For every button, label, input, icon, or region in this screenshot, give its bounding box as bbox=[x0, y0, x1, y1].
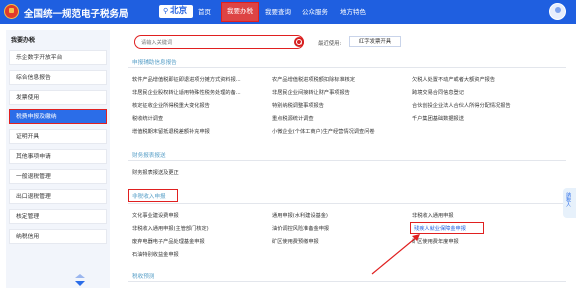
divider bbox=[128, 160, 566, 161]
sidebar-item-assessment[interactable]: 核定管理 bbox=[9, 209, 107, 224]
recent-item-red-invoice[interactable]: 红字发票开具 bbox=[349, 36, 401, 47]
non-tax-link[interactable]: 非税收入通用申报 bbox=[412, 212, 454, 219]
non-tax-link[interactable]: 石油特别收益金申报 bbox=[132, 251, 179, 258]
non-tax-link[interactable]: 废弃电器电子产品处理基金申报 bbox=[132, 238, 205, 245]
nav-public-service[interactable]: 公众服务 bbox=[302, 6, 328, 16]
sidebar-title: 我要办税 bbox=[11, 37, 36, 44]
report-link[interactable]: 核定征收企业所得税重大变化报告 bbox=[132, 102, 210, 109]
search-bar bbox=[134, 35, 304, 49]
scroll-up-icon[interactable] bbox=[75, 274, 85, 278]
scroll-down-icon[interactable] bbox=[75, 281, 85, 286]
section-title-non-tax: 非税收入申报 bbox=[132, 194, 166, 200]
report-link[interactable]: 增值税期末留抵退税差额补充申报 bbox=[132, 128, 210, 135]
sidebar-item-credit[interactable]: 纳税信用 bbox=[9, 229, 107, 244]
report-link[interactable]: 税收统计调查 bbox=[132, 115, 163, 122]
national-emblem-icon bbox=[4, 4, 19, 19]
divider bbox=[128, 67, 566, 68]
top-navbar: 全国统一规范电子税务局 ⚲ 北京 首页 我要办税 我要查询 公众服务 地方特色 bbox=[0, 0, 576, 24]
report-link[interactable]: 小微企业(个体工商户)生产经营情况调查问卷 bbox=[272, 128, 375, 135]
divider bbox=[128, 203, 566, 204]
report-link[interactable]: 非居民企业间接转让财产事项报告 bbox=[272, 89, 350, 96]
user-avatar[interactable] bbox=[549, 3, 566, 20]
sidebar-item-export-refund[interactable]: 出口退税管理 bbox=[9, 189, 107, 204]
non-tax-link[interactable]: 通用申报(水利建设基金) bbox=[272, 212, 328, 219]
report-link[interactable]: 欠税人处置不动产或者大额资产报告 bbox=[412, 76, 495, 83]
report-link[interactable]: 千户集团基础数据报送 bbox=[412, 115, 464, 122]
nav-local-features[interactable]: 地方特色 bbox=[340, 6, 366, 16]
search-input[interactable] bbox=[141, 38, 281, 47]
report-link[interactable]: 软件产品增值税即征即退进项分摊方式资料报... bbox=[132, 76, 241, 83]
site-title[interactable]: 全国统一规范电子税务局 bbox=[24, 6, 129, 20]
report-link[interactable]: 农产品增值税进项税额扣除标准核定 bbox=[272, 76, 355, 83]
location-pin-icon: ⚲ bbox=[163, 7, 169, 15]
floating-widget-label: 纳税人 bbox=[565, 192, 571, 207]
search-icon[interactable] bbox=[294, 37, 304, 47]
non-tax-link[interactable]: 油价调控风险准备金申报 bbox=[272, 225, 329, 232]
city-selector[interactable]: ⚲ 北京 bbox=[159, 5, 194, 18]
non-tax-link[interactable]: 矿区使用费年度申报 bbox=[412, 238, 459, 245]
report-link[interactable]: 非居民企业股权转让适用特殊性税务处理的备... bbox=[132, 89, 241, 96]
sidebar-item-refund[interactable]: 一般退税管理 bbox=[9, 169, 107, 184]
disabled-employment-fund-link[interactable]: 残疾人就业保障金申报 bbox=[414, 225, 466, 232]
report-link[interactable]: 重点税源统计调查 bbox=[272, 115, 314, 122]
nav-tax-handling[interactable]: 我要办税 bbox=[221, 2, 259, 22]
city-name: 北京 bbox=[170, 6, 188, 16]
financial-report-link[interactable]: 财务报表报送及更正 bbox=[132, 169, 179, 176]
sidebar-item-info-report[interactable]: 综合信息报告 bbox=[9, 70, 107, 85]
report-link[interactable]: 特别纳税调整事项报告 bbox=[272, 102, 324, 109]
non-tax-link[interactable]: 非税收入通用申报(主管部门核定) bbox=[132, 225, 209, 232]
section-title-related-reports: 申报辅助信息报告 bbox=[132, 60, 177, 66]
sidebar: 我要办税 乐企数字开放平台 综合信息报告 发票使用 税费申报及缴纳 证明开具 其… bbox=[6, 30, 110, 288]
nav-query[interactable]: 我要查询 bbox=[265, 6, 291, 16]
floating-assistant-widget[interactable]: 纳税人 bbox=[563, 188, 576, 218]
report-link[interactable]: 合伙创投企业法人合伙人所得分配情况报告 bbox=[412, 102, 511, 109]
divider bbox=[128, 281, 566, 282]
non-tax-link[interactable]: 文化事业建设费申报 bbox=[132, 212, 179, 219]
nav-home[interactable]: 首页 bbox=[198, 6, 211, 16]
non-tax-link[interactable]: 矿区使用费预缴申报 bbox=[272, 238, 319, 245]
section-title-tax-forecast: 税收预测 bbox=[132, 274, 155, 280]
sidebar-item-certificate[interactable]: 证明开具 bbox=[9, 129, 107, 144]
sidebar-item-leqi-platform[interactable]: 乐企数字开放平台 bbox=[9, 50, 107, 65]
recent-label: 最近使用: bbox=[318, 41, 342, 47]
sidebar-item-tax-filing[interactable]: 税费申报及缴纳 bbox=[9, 109, 107, 124]
section-title-financial-reports: 财务报表报送 bbox=[132, 153, 166, 159]
sidebar-item-other-requests[interactable]: 其他事项申请 bbox=[9, 149, 107, 164]
sidebar-item-invoice[interactable]: 发票使用 bbox=[9, 90, 107, 105]
report-link[interactable]: 跨境交易合同信息登记 bbox=[412, 89, 464, 96]
